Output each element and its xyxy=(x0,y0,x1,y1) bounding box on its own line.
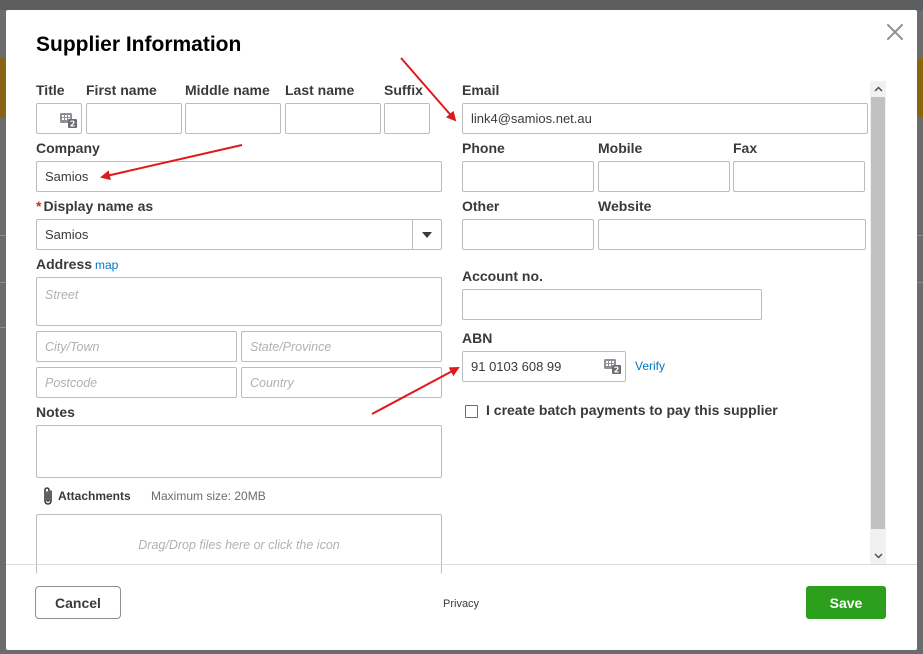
city-input[interactable]: City/Town xyxy=(36,331,237,362)
chevron-up-icon xyxy=(873,86,883,92)
scrollbar[interactable] xyxy=(870,81,886,564)
state-input[interactable]: State/Province xyxy=(241,331,442,362)
display-name-value: Samios xyxy=(45,227,89,242)
middle-name-label: Middle name xyxy=(185,82,270,98)
phone-input[interactable] xyxy=(462,161,594,192)
attachments-max-size: Maximum size: 20MB xyxy=(151,489,266,503)
suffix-input[interactable] xyxy=(384,103,430,134)
country-input[interactable]: Country xyxy=(241,367,442,398)
dialog-title: Supplier Information xyxy=(36,33,242,56)
paperclip-icon xyxy=(44,487,52,505)
backdrop-top xyxy=(0,0,923,10)
map-link[interactable]: map xyxy=(95,258,118,272)
save-button[interactable]: Save xyxy=(806,586,886,619)
close-button[interactable] xyxy=(883,20,907,44)
display-name-select[interactable]: Samios xyxy=(36,219,442,250)
chevron-down-icon xyxy=(873,553,883,559)
abn-input[interactable]: 91 0103 608 99 2 xyxy=(462,351,626,382)
notes-label: Notes xyxy=(36,404,75,420)
last-name-label: Last name xyxy=(285,82,355,98)
mobile-input[interactable] xyxy=(598,161,730,192)
email-input[interactable]: link4@samios.net.au xyxy=(462,103,868,134)
mobile-label: Mobile xyxy=(598,140,643,156)
website-input[interactable] xyxy=(598,219,866,250)
scroll-up-button[interactable] xyxy=(870,81,886,97)
display-name-dropdown-button[interactable] xyxy=(412,220,441,249)
caret-down-icon xyxy=(422,231,432,238)
company-label: Company xyxy=(36,140,100,156)
scrollbar-thumb[interactable] xyxy=(871,97,885,529)
svg-text:2: 2 xyxy=(70,120,76,129)
backdrop-divider xyxy=(917,235,923,236)
privacy-link[interactable]: Privacy xyxy=(443,598,479,610)
fax-label: Fax xyxy=(733,140,758,156)
suffix-label: Suffix xyxy=(384,82,423,98)
notes-textarea[interactable] xyxy=(36,425,442,478)
other-input[interactable] xyxy=(462,219,594,250)
display-name-label: * Display name as xyxy=(36,198,154,214)
svg-text:2: 2 xyxy=(614,366,620,375)
street-input[interactable]: Street xyxy=(36,277,442,326)
email-label: Email xyxy=(462,82,500,98)
address-label: Address xyxy=(36,256,93,272)
footer-divider xyxy=(6,564,917,565)
last-name-input[interactable] xyxy=(285,103,381,134)
website-label: Website xyxy=(598,198,652,214)
postcode-input[interactable]: Postcode xyxy=(36,367,237,398)
first-name-label: First name xyxy=(86,82,157,98)
title-input[interactable]: 2 xyxy=(36,103,82,134)
account-number-label: Account no. xyxy=(462,268,543,284)
autofill-icon: 2 xyxy=(604,359,621,375)
backdrop-divider xyxy=(917,282,923,283)
phone-label: Phone xyxy=(462,140,505,156)
verify-link[interactable]: Verify xyxy=(635,359,665,373)
attachments-dropzone[interactable]: Drag/Drop files here or click the icon xyxy=(36,514,442,574)
company-input[interactable]: Samios xyxy=(36,161,442,192)
close-icon xyxy=(887,24,903,40)
batch-payments-label: I create batch payments to pay this supp… xyxy=(486,402,778,418)
cancel-button[interactable]: Cancel xyxy=(35,586,121,619)
other-label: Other xyxy=(462,198,500,214)
abn-label: ABN xyxy=(462,330,493,346)
required-marker: * xyxy=(36,198,42,214)
fax-input[interactable] xyxy=(733,161,865,192)
first-name-input[interactable] xyxy=(86,103,182,134)
attachments-button[interactable]: Attachments xyxy=(42,486,131,506)
supplier-dialog: Supplier Information Title First name Mi… xyxy=(6,10,917,650)
title-label: Title xyxy=(36,82,65,98)
middle-name-input[interactable] xyxy=(185,103,281,134)
abn-value: 91 0103 608 99 xyxy=(471,359,562,374)
autofill-icon: 2 xyxy=(60,113,77,129)
attachments-label: Attachments xyxy=(58,489,131,503)
batch-payments-checkbox[interactable] xyxy=(465,405,478,418)
scroll-down-button[interactable] xyxy=(870,548,886,564)
account-number-input[interactable] xyxy=(462,289,762,320)
